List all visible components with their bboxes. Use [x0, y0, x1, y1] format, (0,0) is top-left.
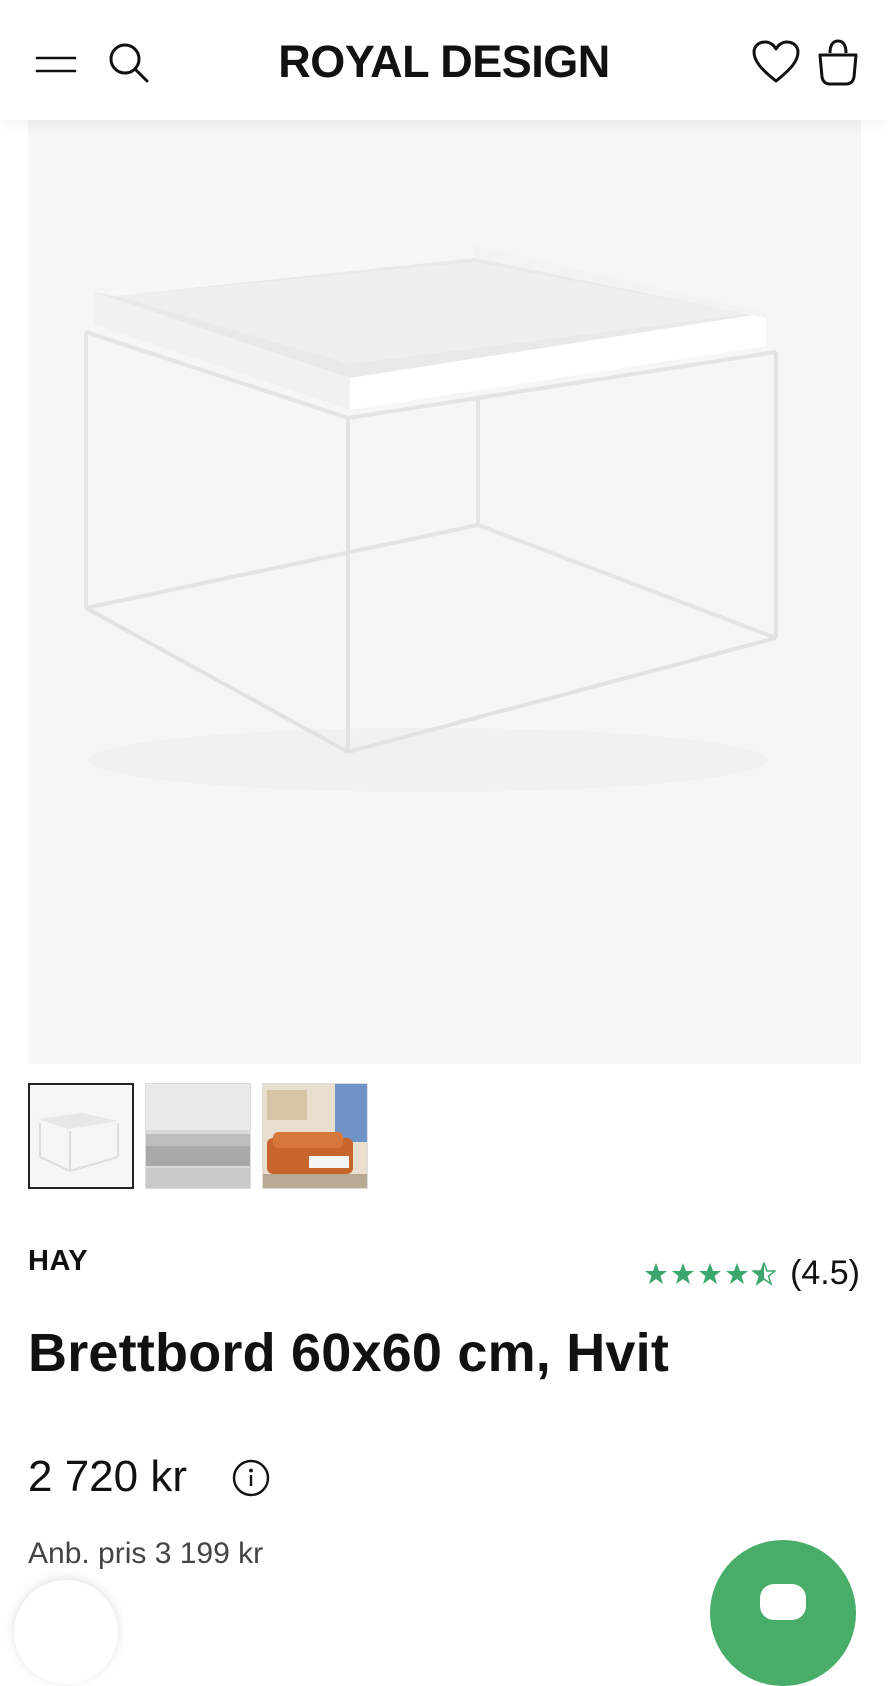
product-image: [84, 246, 778, 792]
scroll-top-button[interactable]: [14, 1580, 118, 1684]
rating-score: (4.5): [790, 1254, 860, 1292]
recommended-price: Anb. pris 3 199 kr: [28, 1537, 264, 1570]
thumbnail-image-orange-sofa: [263, 1084, 367, 1188]
product-brand[interactable]: HAY: [28, 1245, 88, 1278]
cart-button[interactable]: [814, 36, 862, 88]
half-star-icon: [752, 1261, 777, 1286]
product-rating[interactable]: (4.5): [644, 1254, 860, 1293]
star-icon: [726, 1262, 749, 1284]
product-image-gallery[interactable]: [28, 120, 861, 1064]
star-icon: [699, 1262, 722, 1284]
info-icon: [232, 1459, 270, 1497]
rating-stars: [644, 1261, 777, 1286]
chat-icon: [760, 1584, 806, 1620]
top-header: ROYAL DESIGN: [0, 0, 888, 120]
product-price: 2 720 kr: [28, 1452, 187, 1501]
thumbnail-3[interactable]: [262, 1083, 368, 1189]
star-icon: [645, 1262, 668, 1284]
chat-button[interactable]: [710, 1540, 856, 1686]
wishlist-button[interactable]: [750, 36, 802, 88]
price-info-button[interactable]: [232, 1459, 270, 1502]
product-title: Brettbord 60x60 cm, Hvit: [28, 1323, 670, 1383]
thumbnail-1[interactable]: [28, 1083, 134, 1189]
heart-icon: [752, 40, 800, 83]
star-icon: [672, 1262, 695, 1284]
thumbnail-2[interactable]: [145, 1083, 251, 1189]
thumbnail-image-grey-sofa: [146, 1084, 250, 1188]
thumbnail-strip: [28, 1083, 368, 1189]
bag-icon: [818, 39, 858, 86]
thumbnail-image-table: [30, 1085, 132, 1187]
